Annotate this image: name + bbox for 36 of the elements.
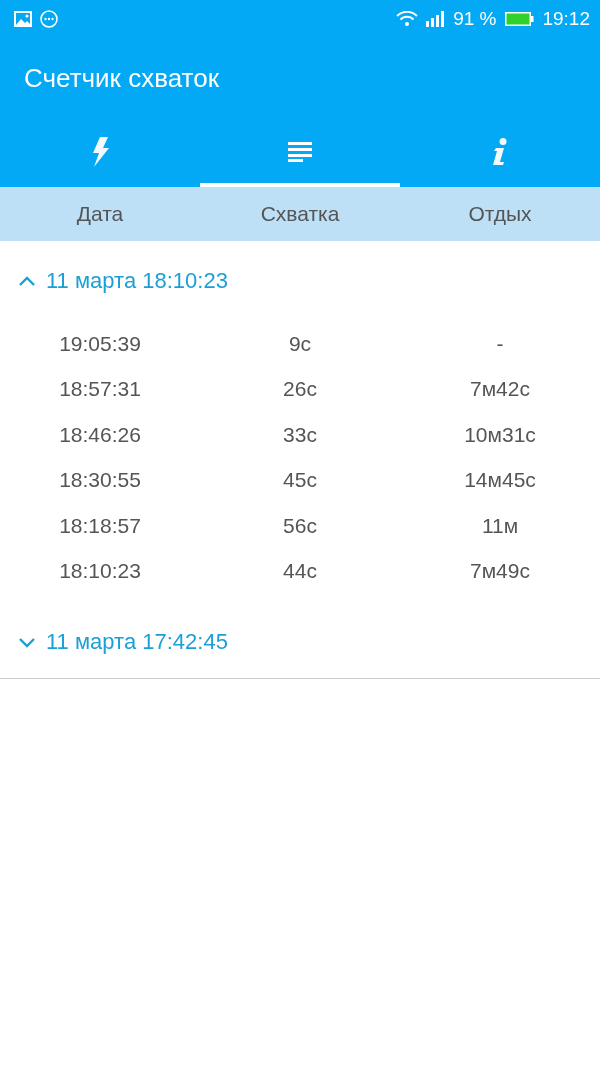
table-cell: 18:46:26 <box>59 422 141 447</box>
table-cell: 11м <box>481 513 519 538</box>
battery-percent: 91 % <box>453 7 497 30</box>
clock: 19:12 <box>542 7 590 30</box>
more-icon <box>40 9 58 28</box>
app-title: Счетчик схваток <box>24 63 220 94</box>
table-cell: 14м45с <box>464 468 536 493</box>
image-icon <box>14 10 32 27</box>
column-header: Схватка <box>260 202 340 226</box>
table-cell: 56с <box>283 513 317 538</box>
battery-icon <box>504 10 535 27</box>
group-header[interactable]: 11 марта 18:10:23 <box>0 241 600 321</box>
column-header: Дата <box>76 202 124 226</box>
chevron-up-icon <box>18 275 36 287</box>
table-cell: 45с <box>283 468 317 493</box>
table-cell: 19:05:39 <box>59 331 141 356</box>
group-header[interactable]: 11 марта 17:42:45 <box>0 602 600 682</box>
table-cell: 33с <box>283 422 317 447</box>
signal-icon <box>426 10 446 27</box>
table-cell: 9с <box>288 331 312 356</box>
chevron-down-icon <box>18 636 36 648</box>
table-cell: 7м42с <box>470 377 530 402</box>
table-cell: 18:18:57 <box>59 513 141 538</box>
table-cell: 10м31с <box>464 422 536 447</box>
table-cell: 18:57:31 <box>59 377 141 402</box>
info-icon <box>492 137 508 166</box>
table-cell: 26с <box>283 377 317 402</box>
table-cell: - <box>496 331 504 356</box>
list-icon <box>288 141 312 162</box>
lightning-icon <box>91 136 109 167</box>
table-cell: 44с <box>283 559 317 584</box>
table-cell: 18:10:23 <box>59 559 141 584</box>
table-cell: 7м49с <box>470 559 530 584</box>
table-cell: 18:30:55 <box>59 468 141 493</box>
wifi-icon <box>396 10 419 27</box>
column-header: Отдых <box>468 202 532 226</box>
